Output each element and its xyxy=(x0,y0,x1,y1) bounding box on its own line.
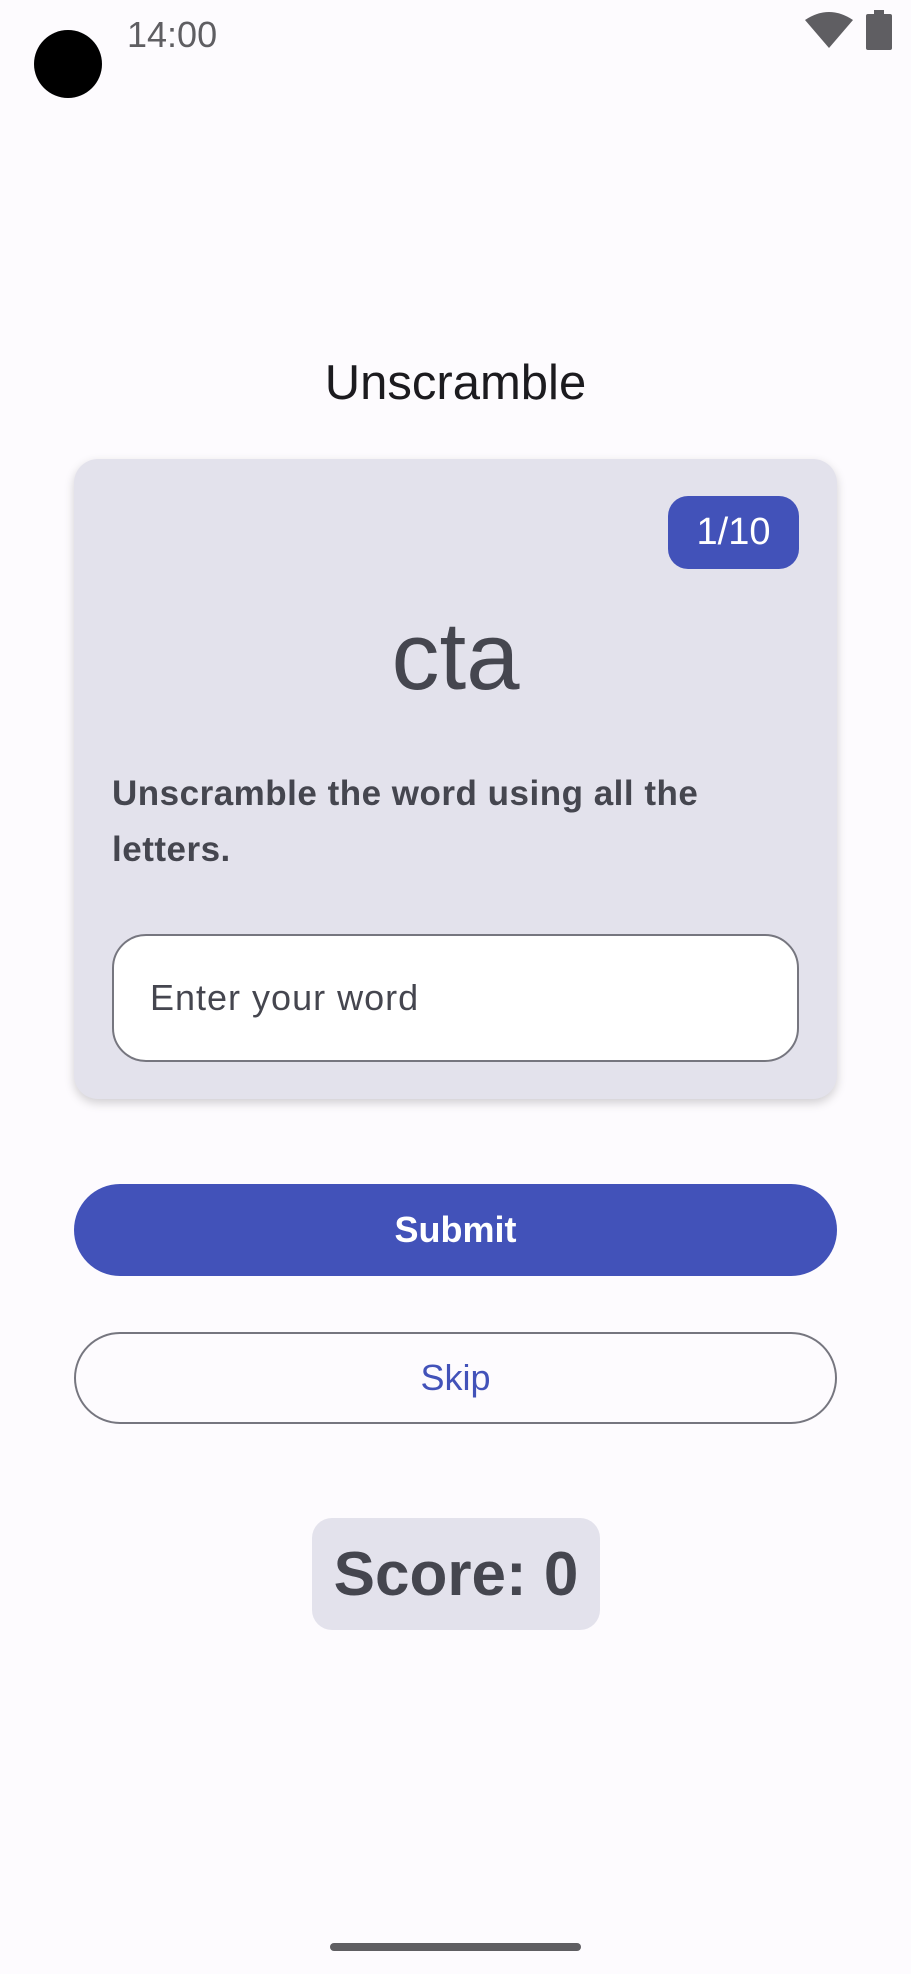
score-display: Score: 0 xyxy=(312,1518,600,1630)
camera-cutout xyxy=(34,30,102,98)
scrambled-word: cta xyxy=(391,603,520,710)
status-time: 14:00 xyxy=(127,14,218,55)
skip-button[interactable]: Skip xyxy=(74,1332,837,1424)
word-count-badge: 1/10 xyxy=(668,496,799,569)
status-bar: 14:00 xyxy=(0,0,911,110)
home-indicator[interactable] xyxy=(330,1943,581,1951)
battery-icon xyxy=(866,10,892,50)
word-input[interactable] xyxy=(112,934,799,1062)
wifi-icon xyxy=(805,12,853,48)
submit-button[interactable]: Submit xyxy=(74,1184,837,1276)
game-card: 1/10 cta Unscramble the word using all t… xyxy=(74,459,837,1099)
page-title: Unscramble xyxy=(324,356,587,410)
instructions-text: Unscramble the word using all the letter… xyxy=(112,774,699,869)
